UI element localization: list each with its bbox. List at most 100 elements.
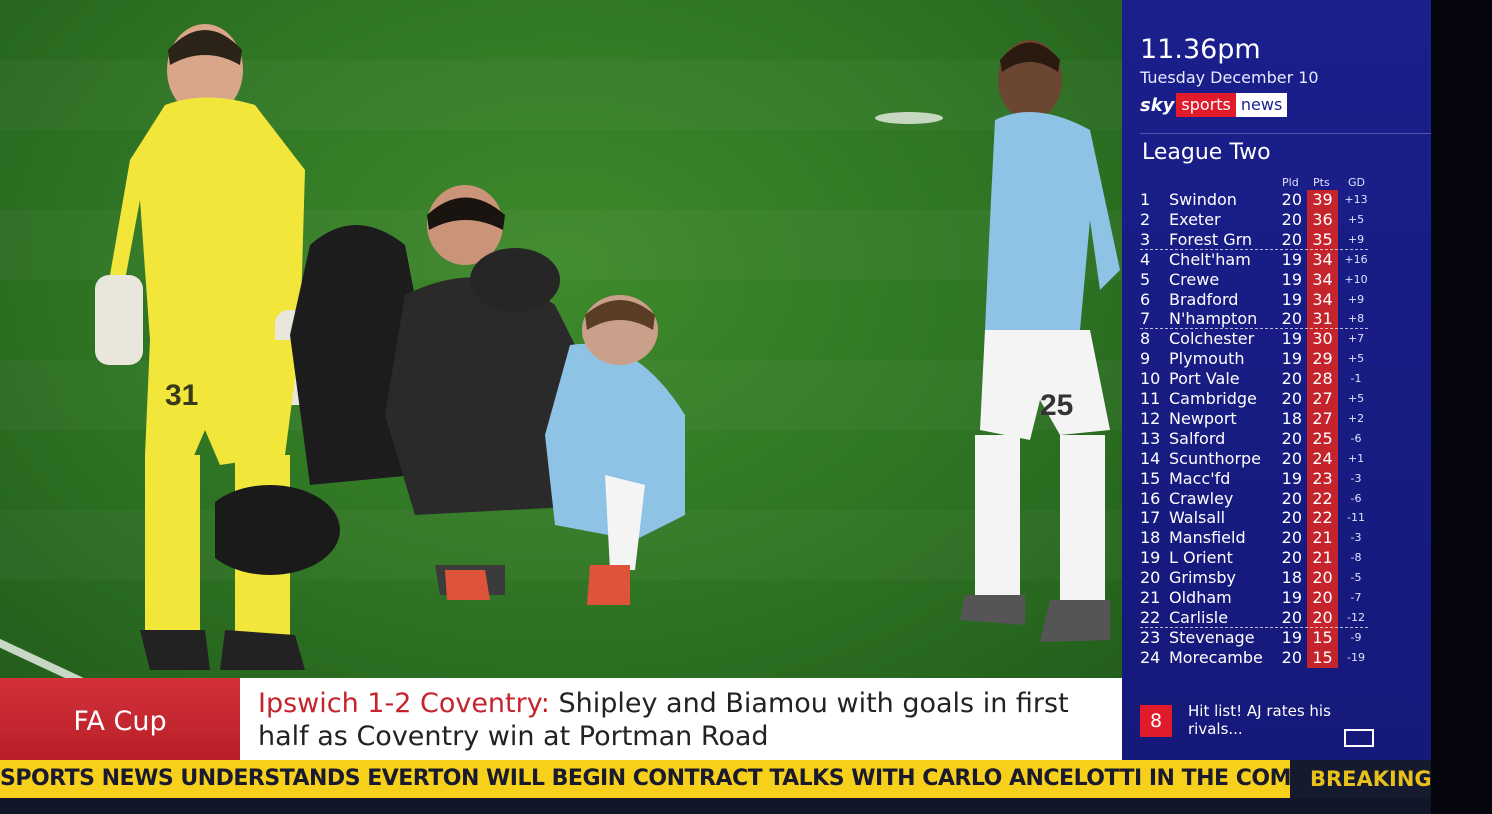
table-cell-gd: +10 bbox=[1344, 272, 1368, 286]
info-panel: 11.36pm Tuesday December 10 sky sports n… bbox=[1122, 0, 1431, 760]
table-cell-pld: 19 bbox=[1281, 349, 1302, 369]
promo-number[interactable]: 8 bbox=[1140, 705, 1172, 737]
table-cell-pld: 20 bbox=[1281, 229, 1302, 249]
table-cell-team: Plymouth bbox=[1169, 349, 1245, 369]
table-cell-pts: 29 bbox=[1312, 349, 1333, 369]
table-cell-team: Salford bbox=[1169, 428, 1226, 448]
table-cell-gd: -19 bbox=[1347, 650, 1365, 664]
table-cell-pos: 7 bbox=[1140, 309, 1151, 329]
table-cell-team: Mansfield bbox=[1169, 528, 1246, 548]
table-cell-pos: 2 bbox=[1140, 209, 1151, 229]
table-row: 14 Scunthorpe 20 24 +1 bbox=[1122, 449, 1431, 469]
table-cell-pos: 12 bbox=[1140, 408, 1161, 428]
table-cell-pts: 21 bbox=[1312, 548, 1333, 568]
table-row: 22 Carlisle 20 20 -12 bbox=[1122, 608, 1431, 628]
table-cell-gd: +7 bbox=[1347, 332, 1365, 346]
table-cell-gd: -9 bbox=[1350, 630, 1362, 644]
table-cell-pts: 34 bbox=[1312, 269, 1333, 289]
table-cell-pld: 20 bbox=[1281, 428, 1302, 448]
table-cell-team: L Orient bbox=[1169, 548, 1233, 568]
table-cell-team: Morecambe bbox=[1169, 647, 1263, 667]
table-cell-pts: 31 bbox=[1312, 309, 1333, 329]
table-cell-gd: +8 bbox=[1347, 312, 1365, 326]
table-cell-pts: 28 bbox=[1312, 369, 1333, 389]
table-cell-pts: 15 bbox=[1312, 647, 1333, 667]
table-cell-pos: 5 bbox=[1140, 269, 1151, 289]
table-cell-gd: -7 bbox=[1350, 591, 1362, 604]
table-cell-pld: 20 bbox=[1281, 209, 1302, 229]
table-cell-pts: 22 bbox=[1312, 508, 1333, 528]
outfield-player-number: 25 bbox=[1040, 389, 1073, 422]
table-cell-pld: 19 bbox=[1281, 588, 1302, 607]
table-cell-pts: 30 bbox=[1312, 329, 1333, 349]
clock-date: Tuesday December 10 bbox=[1140, 68, 1319, 87]
table-cell-team: Chelt'ham bbox=[1169, 249, 1251, 269]
outfield-player-figure: 25 bbox=[960, 40, 1120, 642]
table-cell-gd: +5 bbox=[1347, 392, 1365, 405]
table-row: 2 Exeter 20 36 +5 bbox=[1122, 210, 1431, 230]
table-cell-pld: 19 bbox=[1281, 627, 1302, 647]
table-cell-pts: 36 bbox=[1312, 209, 1333, 229]
table-cell-team: Macc'fd bbox=[1169, 468, 1231, 488]
table-cell-team: Port Vale bbox=[1169, 369, 1240, 389]
table-cell-team: Swindon bbox=[1169, 190, 1237, 209]
headline-box: Ipswich 1-2 Coventry: Shipley and Biamou… bbox=[240, 678, 1122, 760]
table-cell-gd: +16 bbox=[1344, 252, 1368, 266]
table-cell-gd: -3 bbox=[1350, 471, 1362, 485]
table-cell-pos: 19 bbox=[1140, 548, 1161, 568]
table-cell-pos: 1 bbox=[1140, 190, 1151, 209]
table-cell-team: N'hampton bbox=[1169, 309, 1258, 329]
table-cell-gd: +1 bbox=[1347, 451, 1365, 465]
table-cell-pos: 24 bbox=[1140, 647, 1161, 667]
table-cell-pos: 14 bbox=[1140, 448, 1161, 468]
table-cell-pos: 16 bbox=[1140, 488, 1161, 508]
table-row: 5 Crewe 19 34 +10 bbox=[1122, 270, 1431, 290]
table-cell-pos: 6 bbox=[1140, 289, 1151, 309]
medical-staff-group bbox=[215, 185, 685, 605]
table-cell-pld: 18 bbox=[1281, 568, 1302, 588]
table-cell-pld: 19 bbox=[1281, 329, 1302, 349]
table-cell-team: Cambridge bbox=[1169, 389, 1257, 408]
table-cell-pts: 21 bbox=[1312, 528, 1333, 548]
table-cell-pos: 10 bbox=[1140, 369, 1161, 389]
table-cell-pts: 27 bbox=[1312, 408, 1333, 428]
table-cell-team: Forest Grn bbox=[1169, 229, 1253, 249]
table-cell-pts: 20 bbox=[1312, 588, 1333, 607]
panel-divider bbox=[1140, 133, 1431, 134]
table-cell-pos: 4 bbox=[1140, 249, 1151, 269]
table-cell-pos: 11 bbox=[1140, 389, 1161, 408]
video-frame: 31 25 bbox=[0, 0, 1122, 678]
column-header-pts: Pts bbox=[1313, 176, 1330, 189]
table-cell-pts: 39 bbox=[1312, 190, 1333, 209]
table-cell-team: Colchester bbox=[1169, 329, 1255, 349]
table-cell-pld: 19 bbox=[1281, 249, 1302, 269]
table-cell-team: Oldham bbox=[1169, 588, 1232, 607]
table-cell-pos: 3 bbox=[1140, 229, 1151, 249]
table-row: 6 Bradford 19 34 +9 bbox=[1122, 290, 1431, 310]
table-cell-gd: +5 bbox=[1347, 212, 1365, 226]
table-cell-pos: 18 bbox=[1140, 528, 1161, 548]
table-cell-pos: 17 bbox=[1140, 508, 1161, 528]
table-cell-pld: 20 bbox=[1281, 190, 1302, 209]
headline-text: Ipswich 1-2 Coventry: Shipley and Biamou… bbox=[258, 687, 1108, 753]
table-cell-gd: +2 bbox=[1347, 411, 1365, 425]
table-cell-team: Scunthorpe bbox=[1169, 448, 1262, 468]
table-row: 20 Grimsby 18 20 -5 bbox=[1122, 568, 1431, 588]
table-cell-pts: 34 bbox=[1312, 289, 1333, 309]
table-cell-gd: -1 bbox=[1350, 372, 1362, 386]
tv-icon bbox=[1344, 729, 1374, 747]
table-row: 7 N'hampton 20 31 +8 bbox=[1122, 309, 1431, 329]
table-row: 8 Colchester 19 30 +7 bbox=[1122, 329, 1431, 349]
table-cell-team: Newport bbox=[1169, 408, 1237, 428]
table-row: 23 Stevenage 19 15 -9 bbox=[1122, 628, 1431, 648]
table-cell-team: Crawley bbox=[1169, 488, 1234, 508]
table-cell-pld: 19 bbox=[1281, 269, 1302, 289]
table-row: 18 Mansfield 20 21 -3 bbox=[1122, 528, 1431, 548]
table-row: 24 Morecambe 20 15 -19 bbox=[1122, 648, 1431, 668]
table-cell-pld: 20 bbox=[1281, 548, 1302, 568]
table-cell-pts: 20 bbox=[1312, 607, 1333, 627]
table-cell-pos: 21 bbox=[1140, 588, 1161, 607]
table-cell-pts: 23 bbox=[1312, 468, 1333, 488]
logo-sky: sky bbox=[1140, 94, 1175, 116]
table-row: 17 Walsall 20 22 -11 bbox=[1122, 508, 1431, 528]
